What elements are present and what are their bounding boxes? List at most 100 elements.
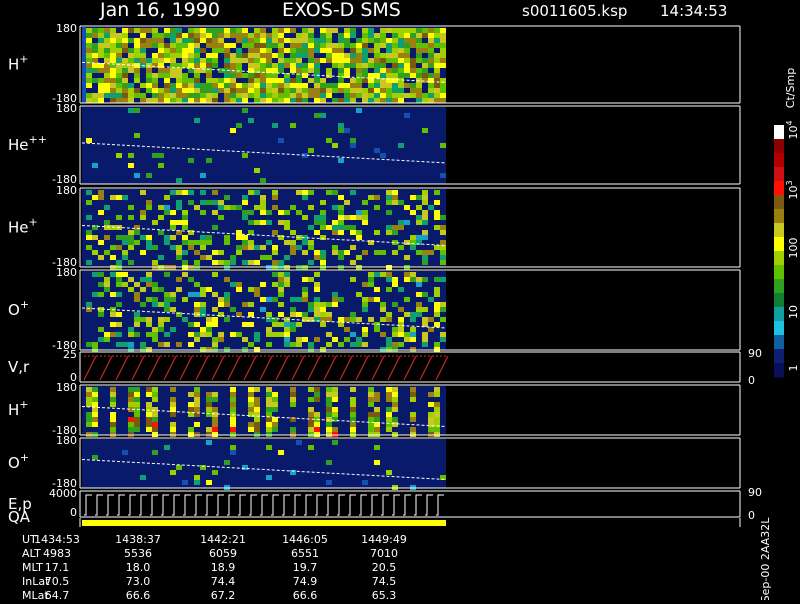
heat-cell: [206, 73, 212, 78]
heat-cell: [98, 98, 104, 103]
heat-cell: [308, 190, 314, 195]
footer-cell: 17.1: [45, 561, 70, 574]
sms-chart: Jan 16, 1990 EXOS-D SMS s0011605.ksp 14:…: [8, 0, 800, 602]
heat-cell: [164, 302, 170, 307]
heat-cell: [260, 43, 266, 48]
heat-cell: [380, 38, 386, 43]
heat-cell: [254, 33, 260, 38]
heat-cell: [152, 397, 158, 402]
heat-cell: [176, 43, 182, 48]
heat-cell: [146, 277, 152, 282]
heat-cell: [104, 73, 110, 78]
heat-cell: [230, 260, 236, 265]
heat-cell: [308, 38, 314, 43]
heat-cell: [224, 240, 230, 245]
heat-cell: [248, 220, 254, 225]
heat-cell: [116, 38, 122, 43]
footer-cell: 7010: [370, 547, 398, 560]
panel-E,p: E,p40000900: [8, 486, 762, 522]
heat-cell: [134, 392, 140, 397]
heat-cell: [308, 302, 314, 307]
heat-cell: [104, 53, 110, 58]
heat-cell: [356, 88, 362, 93]
heat-cell: [314, 302, 320, 307]
heat-cell: [194, 292, 200, 297]
heat-cell: [272, 272, 278, 277]
y-axis-top-label: 180: [56, 22, 77, 35]
heat-cell: [332, 28, 338, 33]
heat-cell: [212, 83, 218, 88]
heat-cell: [86, 73, 92, 78]
heat-cell: [338, 255, 344, 260]
heat-cell: [128, 245, 134, 250]
heat-cell: [128, 387, 134, 392]
heat-cell: [146, 402, 152, 407]
heat-cell: [434, 287, 440, 292]
heat-cell: [314, 397, 320, 402]
heat-cell: [368, 58, 374, 63]
heat-cell: [248, 342, 254, 347]
heat-cell: [284, 255, 290, 260]
heat-cell: [182, 48, 188, 53]
heat-cell: [152, 337, 158, 342]
heat-cell: [392, 332, 398, 337]
heat-cell: [158, 342, 164, 347]
heat-cell: [332, 58, 338, 63]
heat-cell: [206, 427, 212, 432]
heat-cell: [242, 43, 248, 48]
heat-cell: [278, 138, 284, 143]
heat-cell: [110, 68, 116, 73]
heat-cell: [434, 277, 440, 282]
heat-cell: [176, 220, 182, 225]
heat-cell: [272, 397, 278, 402]
heat-cell: [386, 317, 392, 322]
heat-cell: [212, 427, 218, 432]
heat-cell: [374, 33, 380, 38]
heat-cell: [86, 417, 92, 422]
heat-cell: [350, 83, 356, 88]
heat-cell: [338, 88, 344, 93]
panel-edge: [82, 27, 86, 103]
heat-cell: [164, 93, 170, 98]
heat-cell: [170, 38, 176, 43]
heat-cell: [254, 43, 260, 48]
heat-cell: [338, 68, 344, 73]
heat-cell: [374, 392, 380, 397]
heat-cell: [212, 250, 218, 255]
heat-cell: [374, 73, 380, 78]
heat-cell: [164, 43, 170, 48]
heat-cell: [302, 68, 308, 73]
heat-cell: [314, 230, 320, 235]
heat-cell: [314, 412, 320, 417]
heat-cell: [314, 93, 320, 98]
heat-cell: [254, 98, 260, 103]
panel-V,r: V,r250900: [8, 347, 762, 387]
heat-cell: [320, 88, 326, 93]
heat-cell: [86, 307, 92, 312]
heat-cell: [260, 220, 266, 225]
heat-cell: [116, 78, 122, 83]
heat-cell: [242, 108, 248, 113]
heat-cell: [416, 33, 422, 38]
heat-cell: [152, 412, 158, 417]
heat-cell: [140, 475, 146, 480]
heat-cell: [116, 272, 122, 277]
heat-cell: [248, 387, 254, 392]
heat-cell: [428, 297, 434, 302]
heat-cell: [314, 43, 320, 48]
heat-cell: [254, 63, 260, 68]
heat-cell: [380, 153, 386, 158]
heat-cell: [422, 200, 428, 205]
heat-cell: [224, 93, 230, 98]
heat-cell: [194, 422, 200, 427]
heat-cell: [278, 78, 284, 83]
heat-cell: [332, 98, 338, 103]
heat-cell: [236, 38, 242, 43]
heat-cell: [368, 402, 374, 407]
heat-cell: [254, 402, 260, 407]
heat-cell: [296, 58, 302, 63]
heat-cell: [212, 322, 218, 327]
heat-cell: [392, 342, 398, 347]
panel-Hplus2: H+180-180: [8, 381, 741, 437]
heat-cell: [272, 422, 278, 427]
